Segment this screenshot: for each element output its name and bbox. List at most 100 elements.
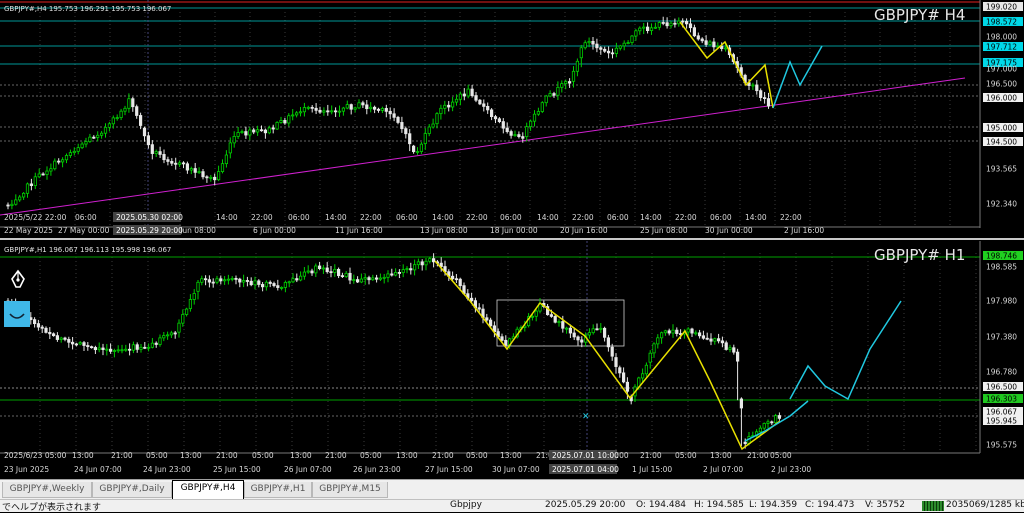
h4-candle — [610, 52, 615, 55]
h1-candle — [97, 347, 101, 351]
h1-candle — [325, 267, 329, 273]
h4-candle — [458, 93, 463, 100]
h4-crosshair-time: 2025.05.29 20:00 — [116, 226, 183, 235]
h4-candle — [306, 106, 310, 109]
h4-candle — [603, 48, 607, 52]
tab-weekly[interactable]: GBPJPY#,Weekly — [2, 482, 92, 498]
h4-price-label: 198.000 — [986, 33, 1017, 42]
h4-candle — [575, 60, 580, 72]
h1-candle — [553, 316, 557, 323]
h1-candle — [690, 328, 694, 334]
h1-candle — [416, 261, 421, 266]
h4-time-label: 06:00 — [607, 213, 629, 222]
smile-icon[interactable] — [4, 301, 30, 327]
h1-candle — [279, 287, 284, 289]
h4-time-label: 06:00 — [500, 213, 522, 222]
h4-candle — [170, 161, 174, 164]
h4-candle — [123, 107, 127, 112]
h1-candle — [52, 333, 56, 337]
h1-time-label: 24 Jun 23:00 — [143, 465, 191, 474]
h1-price-label: 196.303 — [986, 395, 1017, 404]
h4-candle — [661, 22, 665, 24]
h4-candle — [205, 176, 209, 179]
h1-candle — [625, 381, 630, 392]
h4-candle — [61, 159, 65, 163]
h4-chart-pane[interactable]: 199.020 198.572 198.000 197.712 197.175 197.0… — [0, 0, 1024, 240]
h1-candle — [671, 329, 675, 334]
h1-candle — [173, 332, 177, 335]
h1-candle — [386, 273, 390, 278]
h1-price-label: 195.945 — [986, 417, 1017, 426]
h1-time-label: 2 Jul 23:00 — [771, 465, 811, 474]
h1-chart-header: GBPJPY#,H1 196.067 196.113 195.998 196.0… — [4, 246, 172, 254]
status-datetime: 2025.05.29 20:00 — [545, 500, 626, 510]
h4-candle — [517, 134, 521, 138]
h4-candle — [392, 113, 396, 118]
tab-h1[interactable]: GBPJPY#,H1 — [244, 482, 312, 498]
h1-candle — [488, 319, 493, 327]
h4-candle — [614, 47, 619, 54]
h4-candle — [489, 109, 494, 118]
h4-candle — [681, 20, 685, 23]
tab-h4[interactable]: GBPJPY#,H4 — [172, 480, 244, 500]
h1-candle — [317, 265, 322, 269]
tab-m15[interactable]: GBPJPY#,M15 — [312, 482, 388, 498]
h1-time-label: 13:00 — [500, 451, 522, 460]
h1-candle — [234, 278, 238, 280]
h1-candle — [530, 315, 535, 318]
h1-candle — [603, 327, 607, 338]
h1-time-label: 13:00 — [396, 451, 418, 460]
h1-candle — [188, 299, 192, 309]
pen-tool-icon[interactable] — [8, 269, 28, 289]
h1-candle — [454, 278, 459, 281]
h1-candle — [120, 349, 124, 352]
h4-candle — [638, 27, 642, 32]
h1-time-label: 05:00 — [252, 451, 274, 460]
h4-candle — [482, 103, 486, 107]
h1-chart-canvas[interactable]: ✕ 198.746 198.585 197.980 197.380 196.780 196.… — [0, 241, 1024, 477]
h4-candle — [642, 26, 646, 29]
h1-candle — [59, 337, 63, 340]
h4-candle — [224, 154, 228, 165]
h4-candle — [564, 81, 568, 85]
h1-candle — [207, 279, 211, 283]
h1-time-label: 13:00 — [290, 451, 312, 460]
h1-price-label: 196.067 — [986, 408, 1017, 417]
h4-candle — [18, 196, 22, 201]
h1-candle — [698, 332, 702, 337]
h4-candle — [579, 47, 583, 59]
tab-daily[interactable]: GBPJPY#,Daily — [92, 482, 172, 498]
h1-candle — [728, 347, 732, 350]
h1-candle — [504, 339, 508, 346]
h1-forecast-line — [789, 300, 902, 401]
h1-time-label: 1 Jul 15:00 — [632, 465, 672, 474]
h4-chart-canvas[interactable]: 199.020198.572198.000197.712197.175197.0… — [0, 0, 1024, 240]
h4-time-label: 14:00 — [745, 213, 767, 222]
h1-candle — [534, 310, 538, 317]
h1-candle — [253, 280, 257, 286]
h4-candle — [6, 204, 10, 207]
h1-candle — [656, 337, 660, 345]
h1-time-label: 13:00 — [180, 451, 202, 460]
h1-candle — [477, 307, 481, 310]
h1-candle — [401, 269, 405, 273]
h1-candle — [469, 297, 474, 302]
h1-candle — [230, 278, 234, 280]
h1-candle — [74, 343, 78, 346]
h1-candle — [686, 328, 690, 333]
h4-candle — [244, 131, 248, 136]
h4-candle — [314, 107, 318, 111]
h4-candle — [345, 104, 349, 109]
h1-chart-pane[interactable]: ✕ 198.746 198.585 197.980 197.380 196.780 196.… — [0, 241, 1024, 477]
h4-candle — [607, 50, 611, 54]
h4-candle — [529, 120, 533, 128]
h4-candle — [146, 135, 150, 146]
h1-candle — [302, 271, 307, 277]
h4-candle — [634, 30, 638, 37]
h1-time-label: 05:00 — [360, 451, 382, 460]
h4-price-label: 197.000 — [986, 65, 1017, 74]
h1-candle — [154, 342, 158, 345]
h4-candle — [622, 42, 626, 47]
h4-price-label: 197.712 — [986, 43, 1017, 52]
h4-candle — [166, 159, 170, 162]
